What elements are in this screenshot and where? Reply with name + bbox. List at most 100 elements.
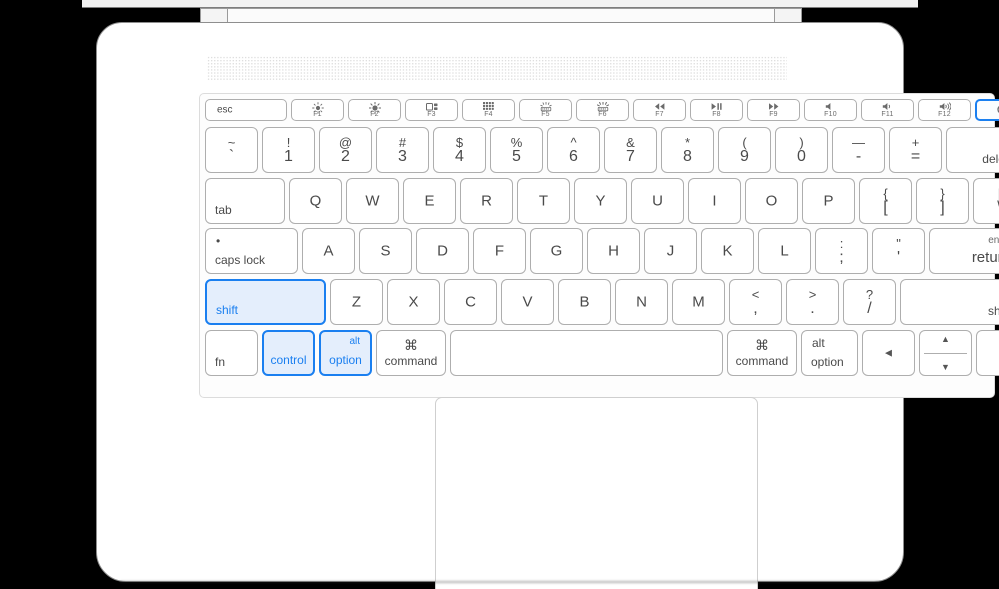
key-arrow-right[interactable]: ▶ [976, 330, 999, 376]
key-f8[interactable]: F8 [690, 99, 743, 121]
key-space[interactable] [450, 330, 723, 376]
key-label: S [380, 242, 391, 260]
key-seven[interactable]: & 7 [604, 127, 657, 173]
key-x[interactable]: X [387, 279, 440, 325]
trackpad[interactable] [435, 397, 758, 589]
display-bottom-edge [82, 0, 918, 8]
key-y[interactable]: Y [574, 178, 627, 224]
key-label-fn-number: F4 [484, 111, 493, 118]
key-f1[interactable]: F1 [291, 99, 344, 121]
key-two[interactable]: @2 [319, 127, 372, 173]
key-v[interactable]: V [501, 279, 554, 325]
key-six[interactable]: ^ 6 [547, 127, 600, 173]
key-f7[interactable]: F7 [633, 99, 686, 121]
key-label: K [722, 242, 733, 260]
key-r[interactable]: R [460, 178, 513, 224]
key-three[interactable]: #3 [376, 127, 429, 173]
key-backtick[interactable]: ~ ` [205, 127, 258, 173]
key-t[interactable]: T [517, 178, 570, 224]
key-option-right[interactable]: alt option [801, 330, 858, 376]
key-f[interactable]: F [473, 228, 526, 274]
key-label: option [329, 353, 362, 367]
key-i[interactable]: I [688, 178, 741, 224]
key-bracket-right[interactable]: }] [916, 178, 969, 224]
key-slash[interactable]: ? / [843, 279, 896, 325]
key-p[interactable]: P [802, 178, 855, 224]
key-o[interactable]: O [745, 178, 798, 224]
key-f4[interactable]: F4 [462, 99, 515, 121]
key-f12[interactable]: F12 [918, 99, 971, 121]
key-command-left[interactable]: ⌘ command [376, 330, 446, 376]
key-shift-right[interactable]: shift [900, 279, 999, 325]
key-eight[interactable]: * 8 [661, 127, 714, 173]
key-b[interactable]: B [558, 279, 611, 325]
key-five[interactable]: % 5 [490, 127, 543, 173]
key-shift-left[interactable]: shift [205, 279, 326, 325]
keyboard: esc F1 F2 F3 F4 F5 F6 F7 F8 F9 F10 F11 F12 ~ `! 1 @2 #3 $… [199, 93, 999, 398]
key-control-left[interactable]: control [262, 330, 315, 376]
key-minus[interactable]: — - [832, 127, 885, 173]
key-f10[interactable]: F10 [804, 99, 857, 121]
key-label-alt: alt [812, 336, 825, 350]
key-u[interactable]: U [631, 178, 684, 224]
key-semicolon[interactable]: :; [815, 228, 868, 274]
key-f6[interactable]: F6 [576, 99, 629, 121]
key-label-fn-number: F3 [427, 111, 436, 118]
key-quote[interactable]: " ' [872, 228, 925, 274]
key-power[interactable] [975, 99, 999, 121]
key-n[interactable]: N [615, 279, 668, 325]
key-label: B [579, 293, 590, 311]
key-return[interactable]: enter return [929, 228, 999, 274]
key-label: L [780, 242, 789, 260]
key-divider [924, 353, 967, 354]
key-h[interactable]: H [587, 228, 640, 274]
key-f2[interactable]: F2 [348, 99, 401, 121]
key-arrow-left[interactable]: ◀ [862, 330, 915, 376]
key-label: R [481, 192, 492, 210]
key-option-left[interactable]: alt option [319, 330, 372, 376]
key-label: command [735, 354, 789, 368]
key-label: J [666, 242, 675, 260]
key-bracket-left[interactable]: {[ [859, 178, 912, 224]
key-s[interactable]: S [359, 228, 412, 274]
key-g[interactable]: G [530, 228, 583, 274]
key-f3[interactable]: F3 [405, 99, 458, 121]
key-l[interactable]: L [758, 228, 811, 274]
key-arrow-updown[interactable]: ▲ ▼ [919, 330, 972, 376]
key-f11[interactable]: F11 [861, 99, 914, 121]
key-nine[interactable]: (9 [718, 127, 771, 173]
key-esc[interactable]: esc [205, 99, 287, 121]
key-zero[interactable]: ) 0 [775, 127, 828, 173]
key-c[interactable]: C [444, 279, 497, 325]
key-label-fn-number: F9 [769, 111, 778, 118]
key-caps-lock[interactable]: • caps lock [205, 228, 298, 274]
key-period[interactable]: >. [786, 279, 839, 325]
key-e[interactable]: E [403, 178, 456, 224]
key-label-lower: 6 [569, 148, 578, 165]
key-j[interactable]: J [644, 228, 697, 274]
key-a[interactable]: A [302, 228, 355, 274]
key-four[interactable]: $4 [433, 127, 486, 173]
key-d[interactable]: D [416, 228, 469, 274]
key-label: V [522, 293, 533, 311]
key-label: command [384, 354, 438, 368]
key-tab[interactable]: tab [205, 178, 285, 224]
key-label-lower: 3 [398, 148, 407, 165]
key-label-lower: ` [228, 148, 235, 165]
key-label: delete [982, 152, 999, 166]
key-m[interactable]: M [672, 279, 725, 325]
key-f9[interactable]: F9 [747, 99, 800, 121]
key-q[interactable]: Q [289, 178, 342, 224]
key-comma[interactable]: <, [729, 279, 782, 325]
key-command-right[interactable]: ⌘ command [727, 330, 797, 376]
key-w[interactable]: W [346, 178, 399, 224]
key-one[interactable]: ! 1 [262, 127, 315, 173]
key-equals[interactable]: + = [889, 127, 942, 173]
key-z[interactable]: Z [330, 279, 383, 325]
key-k[interactable]: K [701, 228, 754, 274]
key-fn[interactable]: fn [205, 330, 258, 376]
key-delete[interactable]: delete [946, 127, 999, 173]
laptop-illustration: esc F1 F2 F3 F4 F5 F6 F7 F8 F9 F10 F11 F12 ~ `! 1 @2 #3 $… [0, 0, 999, 589]
key-f5[interactable]: F5 [519, 99, 572, 121]
key-backslash[interactable]: |\ [973, 178, 999, 224]
